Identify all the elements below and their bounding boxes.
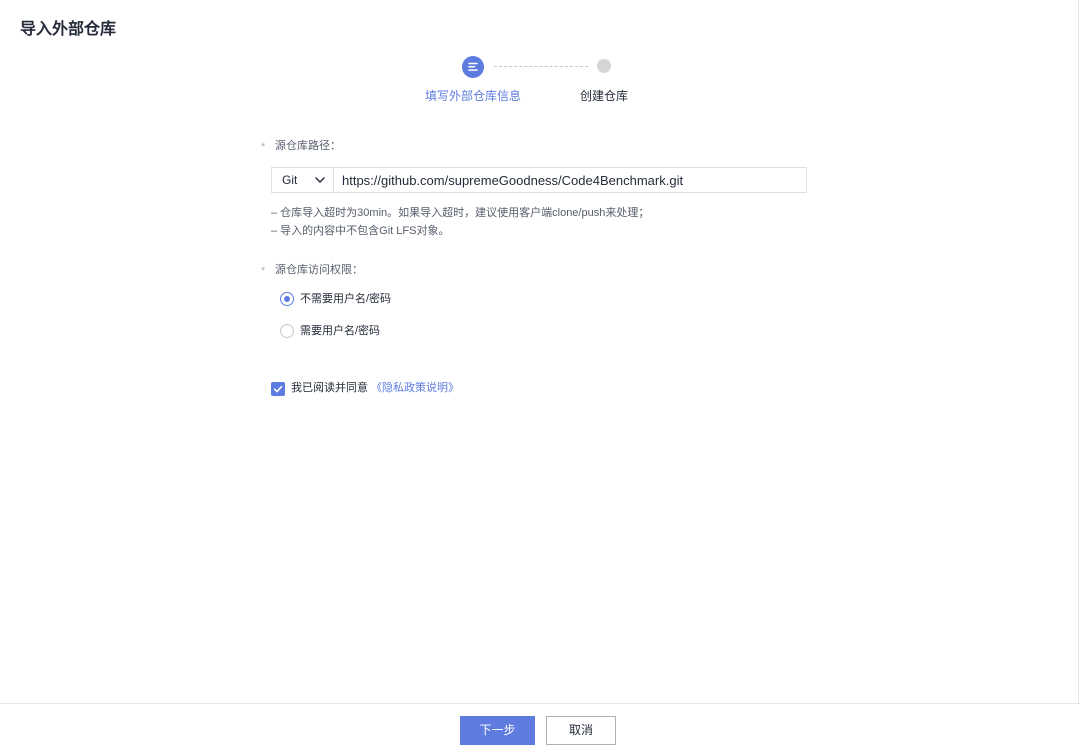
radio-button[interactable] xyxy=(280,324,294,338)
required-mark: * xyxy=(261,141,266,153)
privacy-policy-link[interactable]: 《隐私政策说明》 xyxy=(371,382,459,394)
access-label: 源仓库访问权限： xyxy=(275,264,363,276)
step-pending-dot-icon xyxy=(597,59,611,73)
cancel-button[interactable]: 取消 xyxy=(546,716,616,745)
footer-bar: 下一步 取消 xyxy=(0,703,1080,753)
radio-option-credentials[interactable]: 需要用户名/密码 xyxy=(280,324,420,340)
step-label-create-repo: 创建仓库 xyxy=(579,89,628,103)
agreement-checkbox[interactable] xyxy=(271,382,285,396)
radio-label: 需要用户名/密码 xyxy=(300,325,381,337)
main-panel: 导入外部仓库 填写外部仓库信息 创建仓库 * 源仓库路径： Git – 仓库导入… xyxy=(0,0,1079,703)
chevron-down-icon xyxy=(315,176,325,184)
agreement-text-wrap: 我已阅读并同意 《隐私政策说明》 xyxy=(291,381,459,395)
step-list-icon xyxy=(462,56,484,78)
agreement-row: 我已阅读并同意 《隐私政策说明》 xyxy=(271,382,471,398)
hint-lfs: – 导入的内容中不包含Git LFS对象。 xyxy=(271,225,450,237)
repo-url-input[interactable] xyxy=(333,167,807,193)
repo-path-label: 源仓库路径： xyxy=(275,140,341,152)
repo-type-value: Git xyxy=(282,173,298,187)
radio-button[interactable] xyxy=(280,292,294,306)
next-step-button[interactable]: 下一步 xyxy=(460,716,535,745)
repo-type-select[interactable]: Git xyxy=(271,167,334,193)
required-mark: * xyxy=(261,265,266,277)
radio-label: 不需要用户名/密码 xyxy=(300,293,392,305)
radio-option-no-credentials[interactable]: 不需要用户名/密码 xyxy=(280,292,420,308)
agreement-text: 我已阅读并同意 xyxy=(291,382,368,394)
check-icon xyxy=(273,385,283,393)
page-title: 导入外部仓库 xyxy=(20,21,117,38)
step-label-fill-info: 填写外部仓库信息 xyxy=(424,89,521,103)
hint-timeout: – 仓库导入超时为30min。如果导入超时，建议使用客户端clone/push来… xyxy=(271,207,650,219)
step-connector xyxy=(494,66,588,67)
